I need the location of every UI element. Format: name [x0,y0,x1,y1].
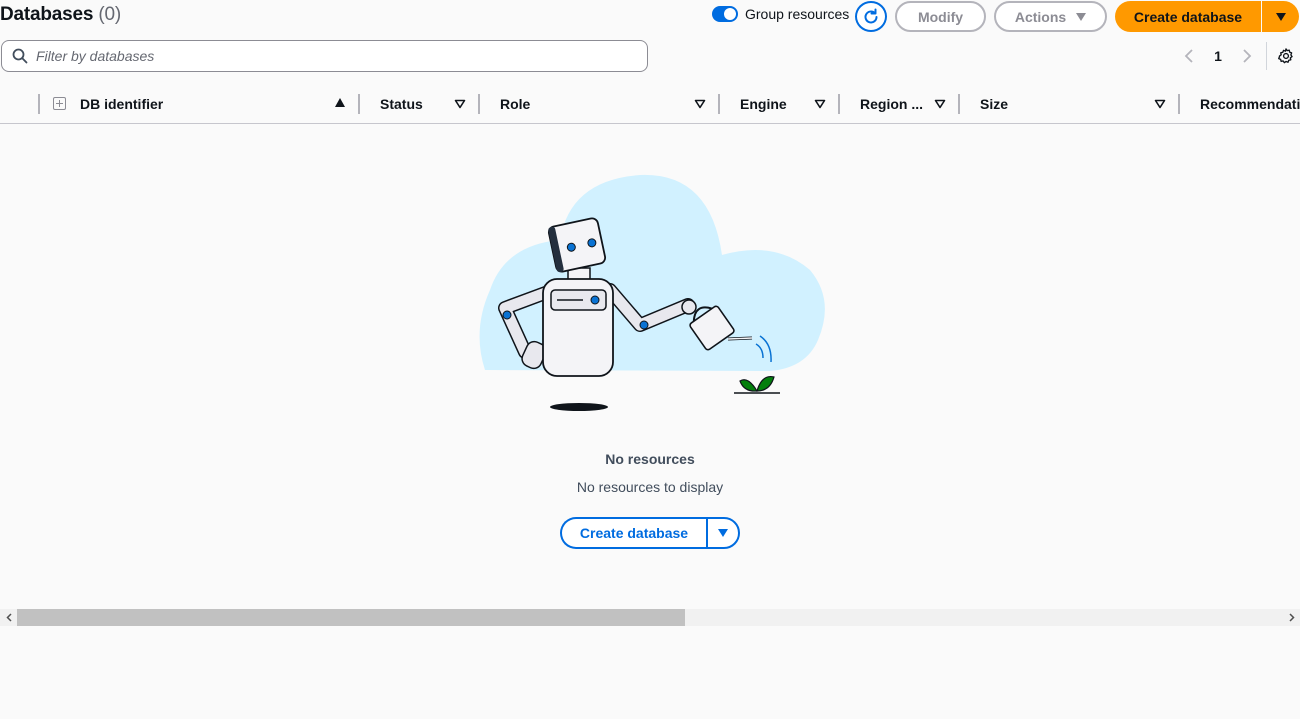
refresh-button[interactable] [855,1,887,32]
column-header-size[interactable]: Size [980,86,1140,122]
column-separator[interactable] [358,94,360,114]
chevron-left-icon [1184,49,1193,63]
column-label: Size [980,96,1009,112]
caret-down-icon [1275,12,1286,21]
scrollbar-thumb[interactable] [17,609,685,626]
refresh-icon [864,8,878,23]
empty-state-create-dropdown-button[interactable] [706,517,740,549]
pagination: 1 [1180,45,1256,67]
column-header-region[interactable]: Region ... [860,86,930,122]
empty-state-create-database-button[interactable]: Create database [560,517,706,549]
actions-button[interactable]: Actions [994,1,1107,32]
column-label: Recommendations [1200,96,1300,112]
column-label: DB identifier [80,96,164,112]
page-header: Databases (0) Group resources Modify Act… [0,0,1300,34]
sort-icon[interactable] [814,99,826,109]
create-database-dropdown-button[interactable] [1262,1,1299,32]
caret-down-icon [718,529,728,537]
chevron-left-icon [5,613,12,622]
column-separator[interactable] [838,94,840,114]
column-header-status[interactable]: Status [380,86,450,122]
previous-page-button[interactable] [1180,45,1198,67]
page-title: Databases (0) [0,4,121,26]
column-separator[interactable] [958,94,960,114]
scroll-right-button[interactable] [1283,609,1300,626]
column-separator[interactable] [718,94,720,114]
sort-ascending-icon[interactable] [335,98,345,107]
column-header-role[interactable]: Role [500,86,680,122]
current-page-number[interactable]: 1 [1198,48,1238,64]
empty-state-create-split-button: Create database [560,517,740,549]
column-header-engine[interactable]: Engine [740,86,810,122]
column-header-db-identifier[interactable]: DB identifier [80,86,320,122]
empty-state-title: No resources [605,451,695,467]
create-database-button[interactable]: Create database [1115,1,1261,32]
search-icon [12,48,28,64]
sort-icon[interactable] [1154,99,1166,109]
page-title-text: Databases [0,4,94,25]
plant-leaf-left [739,379,759,392]
filter-bar [1,40,648,72]
sort-icon[interactable] [454,99,466,109]
chevron-right-icon [1243,49,1252,63]
sort-icon[interactable] [694,99,706,109]
horizontal-scrollbar[interactable] [0,609,1300,626]
group-resources-label: Group resources [745,6,850,22]
column-separator[interactable] [478,94,480,114]
column-separator[interactable] [1178,94,1180,114]
chevron-right-icon [1288,613,1295,622]
next-page-button[interactable] [1238,45,1256,67]
column-label: Region ... [860,96,923,112]
column-label: Engine [740,96,787,112]
resource-count: (0) [98,4,121,25]
column-label: Status [380,96,423,112]
column-separator [38,94,40,114]
sort-icon[interactable] [934,99,946,109]
modify-button-label: Modify [917,8,964,25]
pagination-divider [1266,42,1267,70]
filter-databases-input[interactable] [36,48,636,64]
table-settings-button[interactable] [1276,46,1296,66]
group-resources-toggle-wrap: Group resources [712,6,849,22]
empty-state-create-label: Create database [579,525,689,541]
scroll-left-button[interactable] [0,609,17,626]
column-label: Role [500,96,531,112]
create-database-split-button: Create database [1115,1,1299,32]
actions-button-label: Actions [1014,8,1067,25]
group-resources-toggle[interactable] [712,6,738,22]
empty-state-description: No resources to display [576,479,724,495]
robot-shadow [550,403,608,411]
caret-down-icon [1076,12,1087,21]
table-header: DB identifier Status Role Engine Region … [0,86,1300,124]
plant-leaf-right [756,375,775,392]
empty-state-illustration [479,174,825,411]
expand-all-icon[interactable] [53,97,66,110]
modify-button[interactable]: Modify [895,1,986,32]
gear-icon [1278,48,1293,64]
create-database-label: Create database [1133,8,1243,25]
column-header-recommendations[interactable]: Recommendations [1200,86,1300,122]
